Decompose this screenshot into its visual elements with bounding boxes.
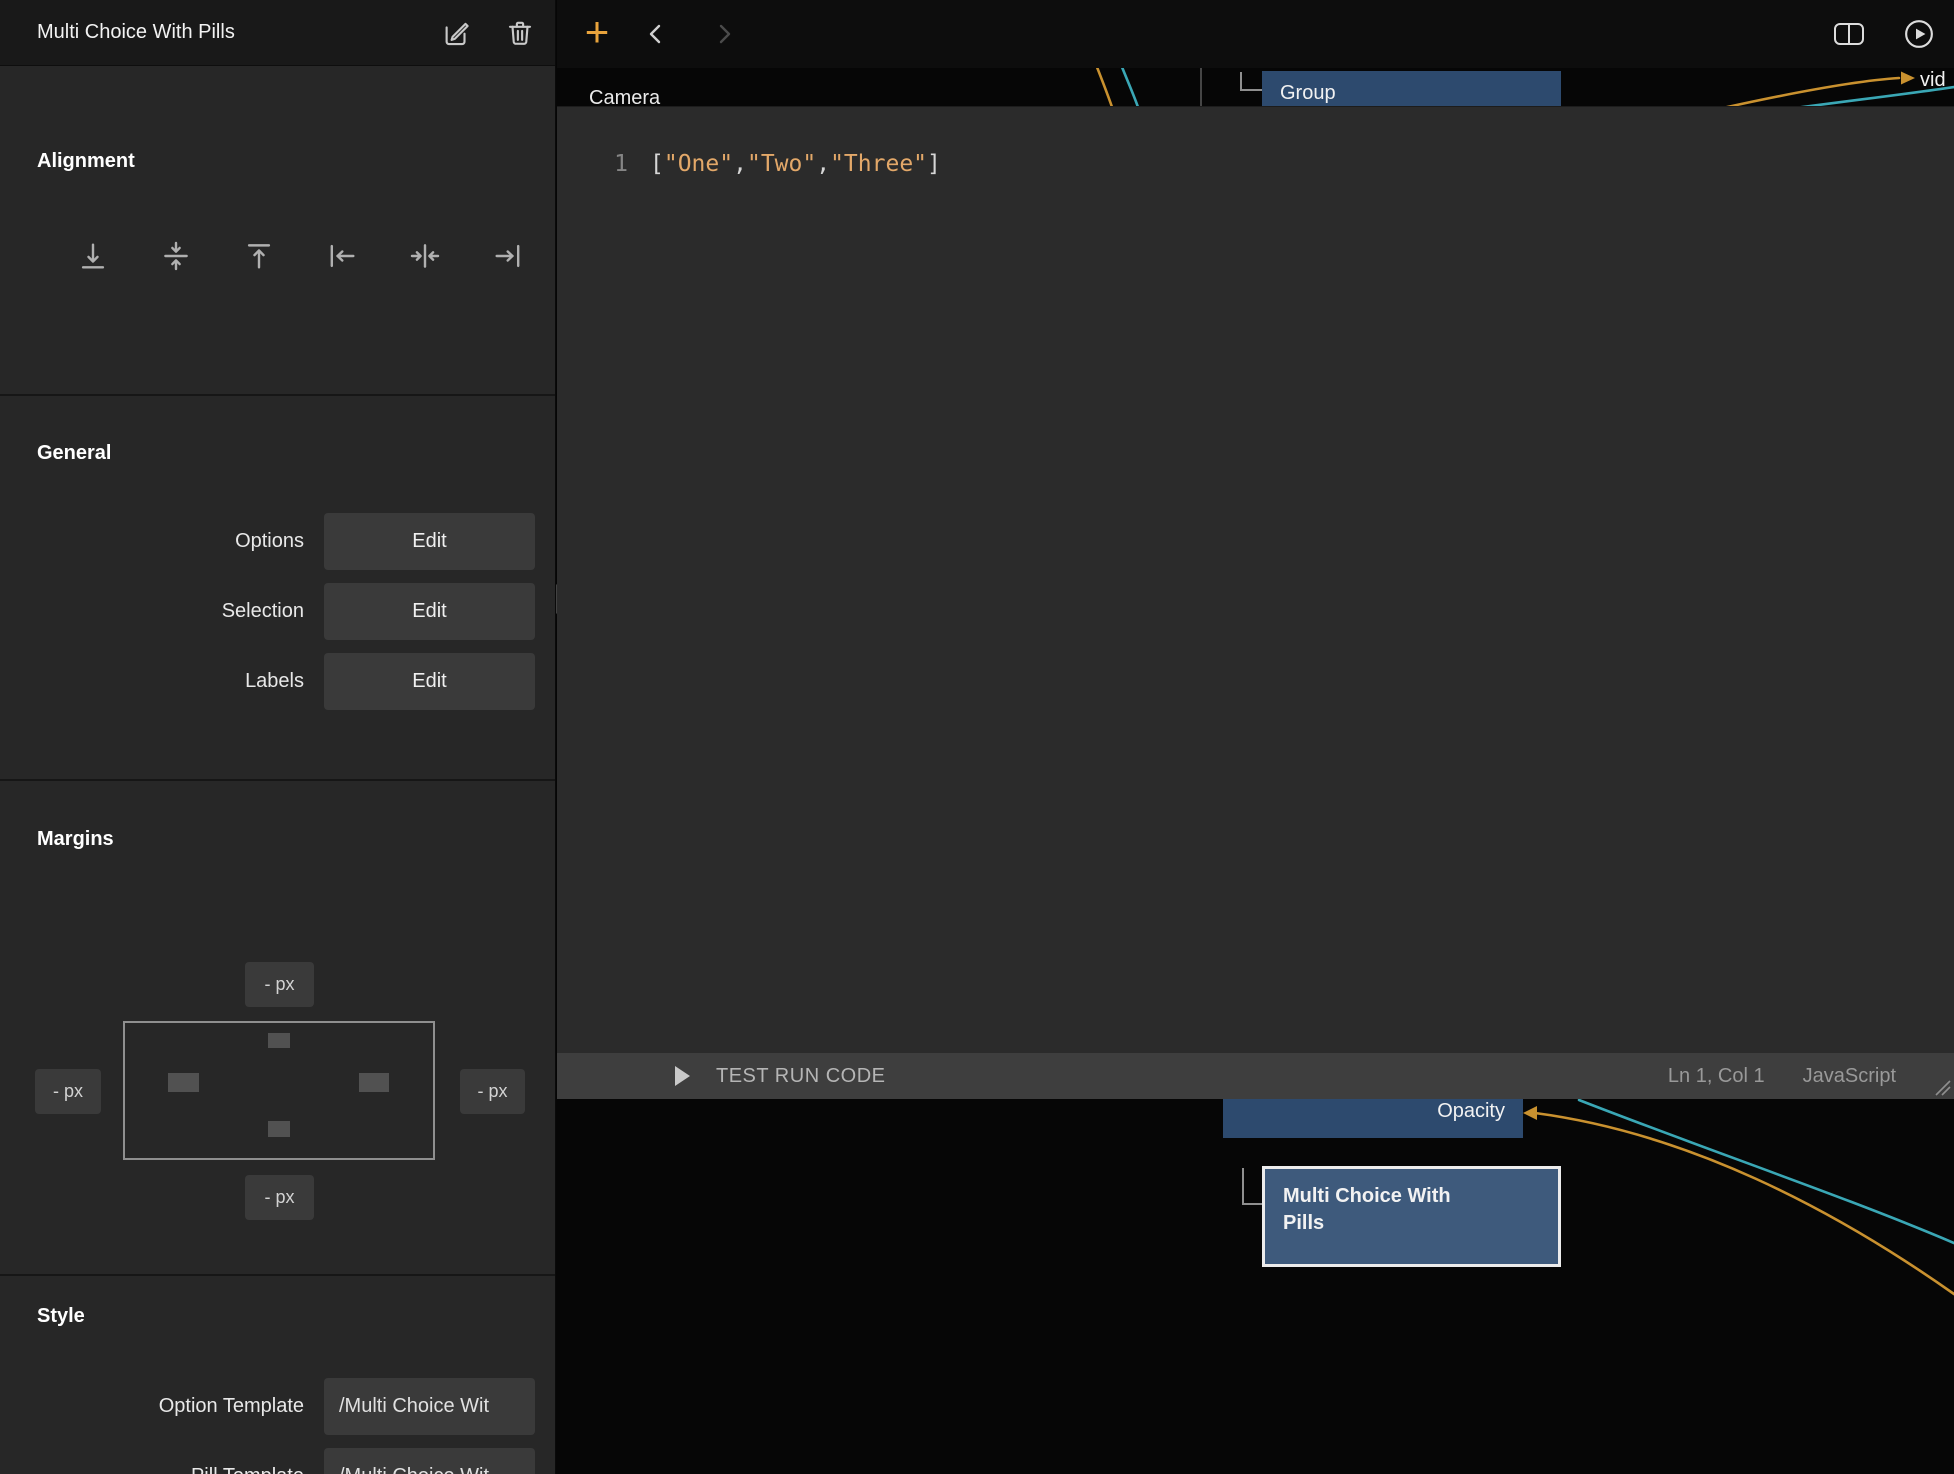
wire-orange-bottom	[1535, 1113, 1954, 1294]
align-right-button[interactable]	[489, 237, 526, 274]
align-top-icon	[242, 239, 276, 273]
language-label[interactable]: JavaScript	[1803, 1065, 1896, 1088]
group-node-label: Group	[1280, 82, 1336, 105]
align-left-button[interactable]	[323, 237, 360, 274]
test-run-label: TEST RUN CODE	[716, 1065, 885, 1088]
toolbar-right-actions	[1832, 12, 1934, 56]
play-circle-icon	[1904, 19, 1934, 49]
edit-pencil-icon	[441, 18, 471, 48]
align-bottom-button[interactable]	[74, 237, 111, 274]
options-row: Options Edit	[0, 513, 555, 570]
inspector-sidebar: Multi Choice With Pills	[0, 0, 556, 1474]
split-view-button[interactable]	[1832, 12, 1866, 56]
multi-choice-node-label: Multi Choice With Pills	[1283, 1183, 1493, 1237]
delete-button[interactable]	[505, 18, 535, 48]
rename-button[interactable]	[441, 18, 471, 48]
multi-choice-tree-elbow	[1242, 1168, 1262, 1205]
style-heading: Style	[0, 1305, 555, 1328]
code-editor[interactable]: 1 ["One","Two","Three"]	[557, 107, 1954, 1053]
margin-left-handle	[168, 1073, 199, 1092]
align-left-icon	[325, 239, 359, 273]
pill-template-label: Pill Template	[0, 1465, 304, 1474]
margins-diagram	[123, 1021, 435, 1160]
labels-label: Labels	[0, 670, 304, 693]
align-bottom-icon	[76, 239, 110, 273]
layer-tree-line	[1200, 68, 1202, 110]
options-edit-button[interactable]: Edit	[324, 513, 535, 570]
align-right-icon	[491, 239, 525, 273]
trash-icon	[505, 18, 535, 48]
option-template-input[interactable]: /Multi Choice Wit	[324, 1378, 535, 1435]
margin-top-handle	[268, 1033, 290, 1048]
editor-status: Ln 1, Col 1 JavaScript	[1668, 1065, 1896, 1088]
selected-node-title: Multi Choice With Pills	[37, 21, 441, 44]
option-template-label: Option Template	[0, 1395, 304, 1418]
app-window: Multi Choice With Pills	[0, 0, 1954, 1474]
selection-edit-button[interactable]: Edit	[324, 583, 535, 640]
run-preview-button[interactable]	[1904, 12, 1934, 56]
style-rows: Option Template /Multi Choice Wit Pill T…	[0, 1378, 555, 1474]
test-run-button[interactable]: TEST RUN CODE	[675, 1065, 885, 1088]
align-horizontal-center-button[interactable]	[406, 237, 443, 274]
code-editor-popover: 1 ["One","Two","Three"] TEST RUN CODE Ln…	[557, 106, 1954, 1099]
play-icon	[675, 1066, 690, 1086]
forward-button[interactable]	[695, 12, 753, 56]
margins-section: Margins - px - px - px - px	[0, 828, 555, 1276]
line-number: 1	[557, 148, 628, 180]
align-top-button[interactable]	[240, 237, 277, 274]
align-vertical-center-icon	[159, 239, 193, 273]
inspector-header-actions	[441, 18, 535, 48]
wire-orange-top-left	[1095, 62, 1113, 110]
margin-right-handle	[359, 1073, 389, 1092]
margin-top-input[interactable]: - px	[245, 962, 314, 1007]
selection-row: Selection Edit	[0, 583, 555, 640]
editor-footer: TEST RUN CODE Ln 1, Col 1 JavaScript	[557, 1053, 1954, 1099]
margin-right-input[interactable]: - px	[460, 1069, 525, 1114]
code-line: 1 ["One","Two","Three"]	[557, 107, 1954, 180]
margin-bottom-input[interactable]: - px	[245, 1175, 314, 1220]
multi-choice-node[interactable]: Multi Choice With Pills	[1262, 1166, 1561, 1267]
general-section: General Options Edit Selection Edit Labe…	[0, 442, 555, 781]
alignment-buttons	[0, 237, 555, 274]
alignment-section: Alignment	[0, 150, 555, 396]
options-label: Options	[0, 530, 304, 553]
add-node-button[interactable]: +	[575, 12, 619, 56]
wire-teal-bottom	[1579, 1100, 1954, 1243]
plus-icon: +	[585, 11, 610, 53]
pill-template-row: Pill Template /Multi Choice Wit	[0, 1448, 555, 1474]
video-node-label: vid	[1920, 69, 1946, 92]
pill-template-input[interactable]: /Multi Choice Wit	[324, 1448, 535, 1474]
chevron-left-icon	[643, 21, 669, 47]
general-rows: Options Edit Selection Edit Labels Edit	[0, 513, 555, 710]
labels-edit-button[interactable]: Edit	[324, 653, 535, 710]
resize-grip[interactable]	[1933, 1078, 1951, 1096]
general-heading: General	[0, 442, 555, 465]
align-horizontal-center-icon	[408, 239, 442, 273]
margin-bottom-handle	[268, 1121, 290, 1137]
cursor-position: Ln 1, Col 1	[1668, 1065, 1765, 1088]
alignment-heading: Alignment	[0, 150, 555, 173]
selection-label: Selection	[0, 600, 304, 623]
canvas-toolbar: +	[557, 0, 1954, 68]
margin-left-input[interactable]: - px	[35, 1069, 101, 1114]
resize-grip-icon	[1933, 1078, 1951, 1096]
wire-arrowhead-video	[1901, 72, 1915, 85]
code-line-content[interactable]: ["One","Two","Three"]	[650, 148, 941, 180]
wire-teal-top-left	[1120, 62, 1139, 110]
split-view-icon	[1832, 20, 1866, 48]
chevron-right-icon	[711, 21, 737, 47]
group-tree-elbow	[1240, 72, 1262, 91]
patch-editor-area: Camera Group vid Opacity Multi Choice Wi…	[557, 0, 1954, 1474]
margins-heading: Margins	[0, 828, 555, 851]
style-section: Style Option Template /Multi Choice Wit …	[0, 1305, 555, 1474]
option-template-row: Option Template /Multi Choice Wit	[0, 1378, 555, 1435]
align-vertical-center-button[interactable]	[157, 237, 194, 274]
labels-row: Labels Edit	[0, 653, 555, 710]
opacity-node-label: Opacity	[1437, 1100, 1505, 1123]
back-button[interactable]	[627, 12, 685, 56]
inspector-header: Multi Choice With Pills	[0, 0, 555, 66]
